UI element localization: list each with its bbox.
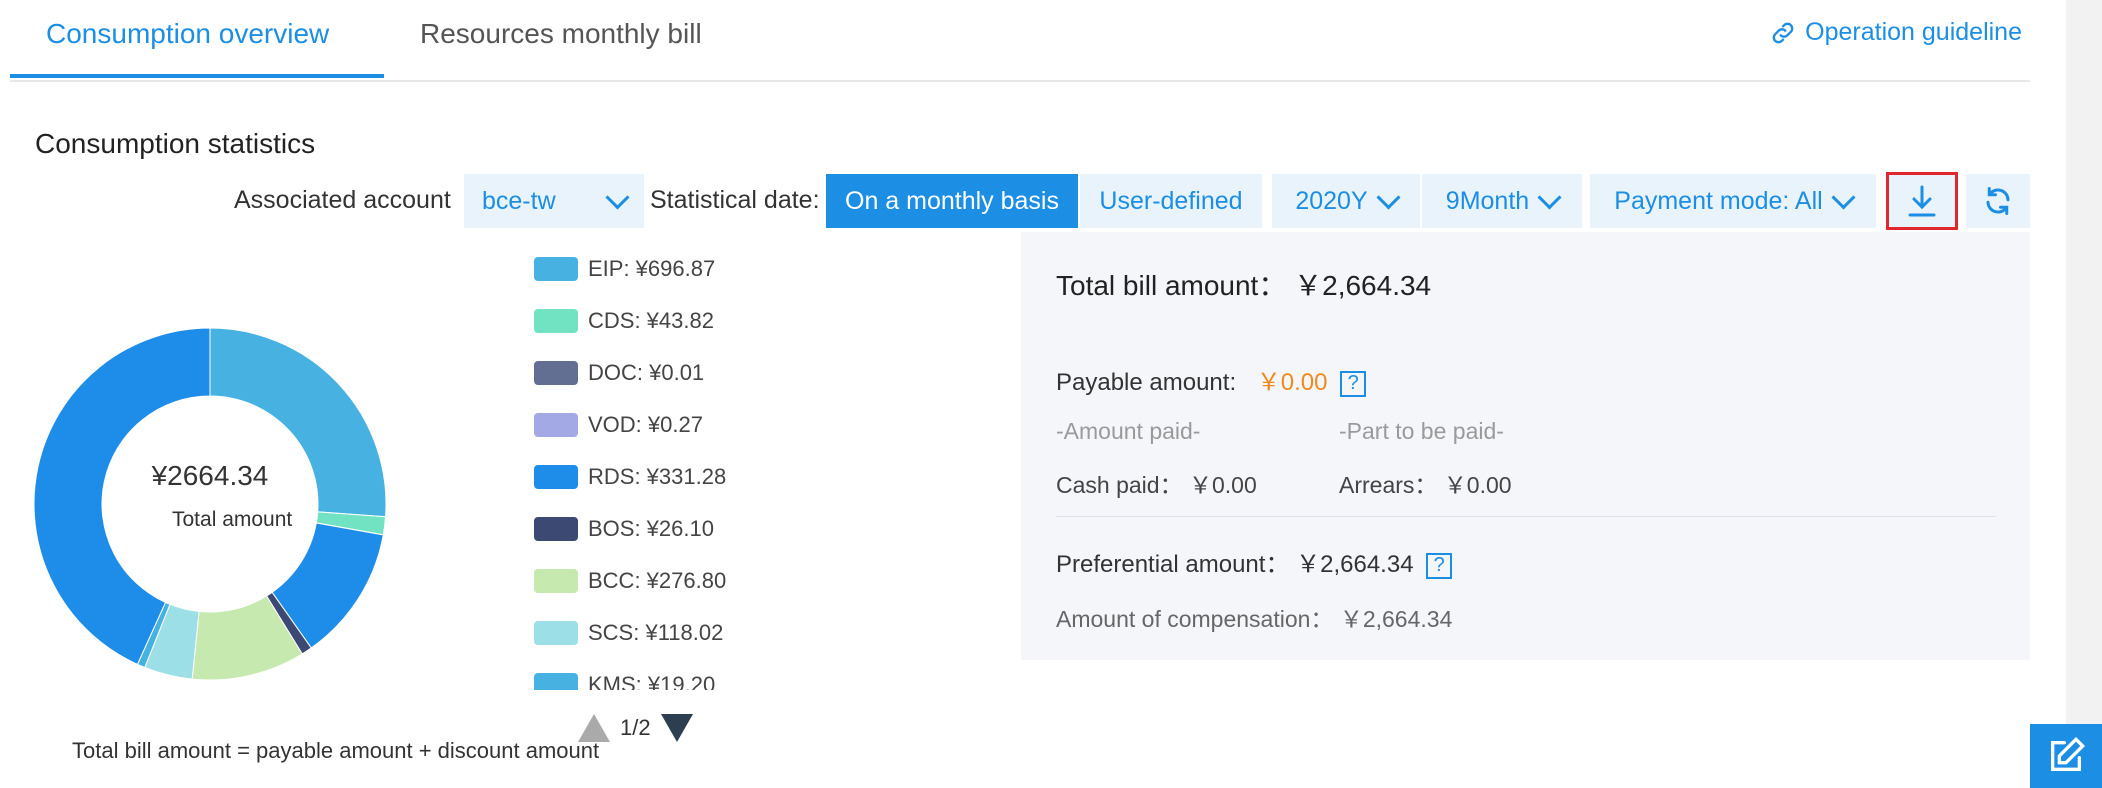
payment-mode-value: Payment mode: All [1614,186,1823,215]
feedback-edit-button[interactable] [2030,724,2102,788]
associated-account-label: Associated account [234,186,451,214]
section-title: Consumption statistics [35,128,316,159]
legend-swatch-eip [534,257,578,281]
legend-item[interactable]: BOS: ¥26.10 [534,516,714,542]
legend-item[interactable]: EIP: ¥696.87 [534,256,715,282]
legend-swatch-kms [534,673,578,690]
preferential-help-icon[interactable]: ? [1426,552,1453,579]
legend-item[interactable]: CDS: ¥43.82 [534,308,714,334]
tab-resources-monthly-bill[interactable]: Resources monthly bill [420,18,702,50]
year-select-value: 2020Y [1295,186,1368,215]
page-scrollbar-track[interactable] [2066,0,2102,788]
active-tab-indicator [10,74,384,78]
payable-amount: Payable amount: ￥0.00 ? [1056,362,1367,397]
payable-label: Payable amount: [1056,369,1237,396]
to-be-paid-heading: -Part to be paid- [1339,418,1504,444]
preferential-value: ￥2,664.34 [1296,551,1414,578]
link-icon [1772,22,1794,43]
legend-label: VOD: ¥0.27 [588,412,703,437]
account-select[interactable]: bce-tw [464,174,644,228]
legend-swatch-bcc [534,569,578,593]
legend-item[interactable]: BCC: ¥276.80 [534,568,726,594]
account-select-value: bce-tw [482,186,556,215]
legend-swatch-doc [534,361,578,385]
total-bill-amount: Total bill amount： ￥2,664.34 [1056,264,1431,304]
chevron-down-icon [1376,184,1401,210]
summary-divider [1056,516,1996,517]
payable-value: ￥0.00 [1256,369,1328,396]
compensation-amount: Amount of compensation： ￥2,664.34 [1056,600,1452,634]
statistical-date-label: Statistical date: [650,186,820,214]
chevron-down-icon [605,184,630,210]
consumption-donut-chart [33,327,387,681]
donut-center-label: Total amount [172,508,293,531]
bill-summary-panel: Total bill amount： ￥2,664.34 Payable amo… [1021,232,2030,660]
legend-swatch-vod [534,413,578,437]
legend-label: KMS: ¥19.20 [588,672,716,690]
legend-swatch-cds [534,309,578,333]
legend-next-page-icon[interactable] [660,714,693,742]
compensation-label: Amount of compensation： [1056,606,1334,632]
legend-swatch-bos [534,517,578,541]
operation-guideline-link[interactable]: Operation guideline [1769,18,2022,47]
legend-label: CDS: ¥43.82 [588,308,714,333]
cash-paid: Cash paid： ￥0.00 [1056,466,1257,500]
refresh-button[interactable] [1966,174,2030,228]
legend-item[interactable]: KMS: ¥19.20 [534,672,715,690]
legend-item[interactable]: RDS: ¥331.28 [534,464,726,490]
month-select-value: 9Month [1445,186,1530,215]
compensation-value: ￥2,664.34 [1339,606,1453,632]
legend-swatch-rds [534,465,578,489]
arrears-label: Arrears： [1339,472,1438,498]
donut-center-value: ¥2664.34 [151,460,269,491]
chevron-down-icon [1537,184,1562,210]
legend-label: DOC: ¥0.01 [588,360,705,385]
legend-item[interactable]: VOD: ¥0.27 [534,412,703,438]
legend-item[interactable]: SCS: ¥118.02 [534,620,723,646]
user-defined-button[interactable]: User-defined [1080,174,1262,228]
legend-label: SCS: ¥118.02 [588,620,724,645]
total-bill-label: Total bill amount： [1056,270,1287,301]
legend-label: BOS: ¥26.10 [588,516,714,541]
download-icon [1908,185,1936,217]
month-select[interactable]: 9Month [1422,174,1582,228]
total-formula-note: Total bill amount = payable amount + dis… [72,738,600,763]
chart-legend: EIP: ¥696.87 CDS: ¥43.82 DOC: ¥0.01 VOD:… [534,250,954,690]
arrears-value: ￥0.00 [1443,472,1512,498]
cash-paid-label: Cash paid： [1056,472,1183,498]
chevron-down-icon [1831,184,1856,210]
legend-label: EIP: ¥696.87 [588,256,716,281]
edit-icon [2051,736,2086,771]
total-bill-value: ￥2,664.34 [1294,270,1432,301]
refresh-icon [1986,187,2010,215]
amount-paid-heading: -Amount paid- [1056,418,1201,444]
preferential-label: Preferential amount： [1056,551,1290,578]
monthly-basis-button[interactable]: On a monthly basis [826,174,1078,228]
preferential-amount: Preferential amount： ￥2,664.34 ? [1056,544,1453,579]
legend-item[interactable]: DOC: ¥0.01 [534,360,704,386]
tab-bar: Consumption overview Resources monthly b… [10,0,2030,82]
legend-swatch-scs [534,621,578,645]
tab-consumption-overview[interactable]: Consumption overview [46,18,329,50]
cash-paid-value: ￥0.00 [1188,472,1257,498]
legend-page-indicator: 1/2 [620,715,651,740]
legend-label: RDS: ¥331.28 [588,464,727,489]
download-button[interactable] [1886,172,1958,230]
operation-guideline-label: Operation guideline [1805,18,2022,46]
legend-label: BCC: ¥276.80 [588,568,727,593]
payment-mode-select[interactable]: Payment mode: All [1590,174,1876,228]
payable-help-icon[interactable]: ? [1340,370,1367,397]
arrears: Arrears： ￥0.00 [1339,466,1512,500]
year-select[interactable]: 2020Y [1272,174,1420,228]
